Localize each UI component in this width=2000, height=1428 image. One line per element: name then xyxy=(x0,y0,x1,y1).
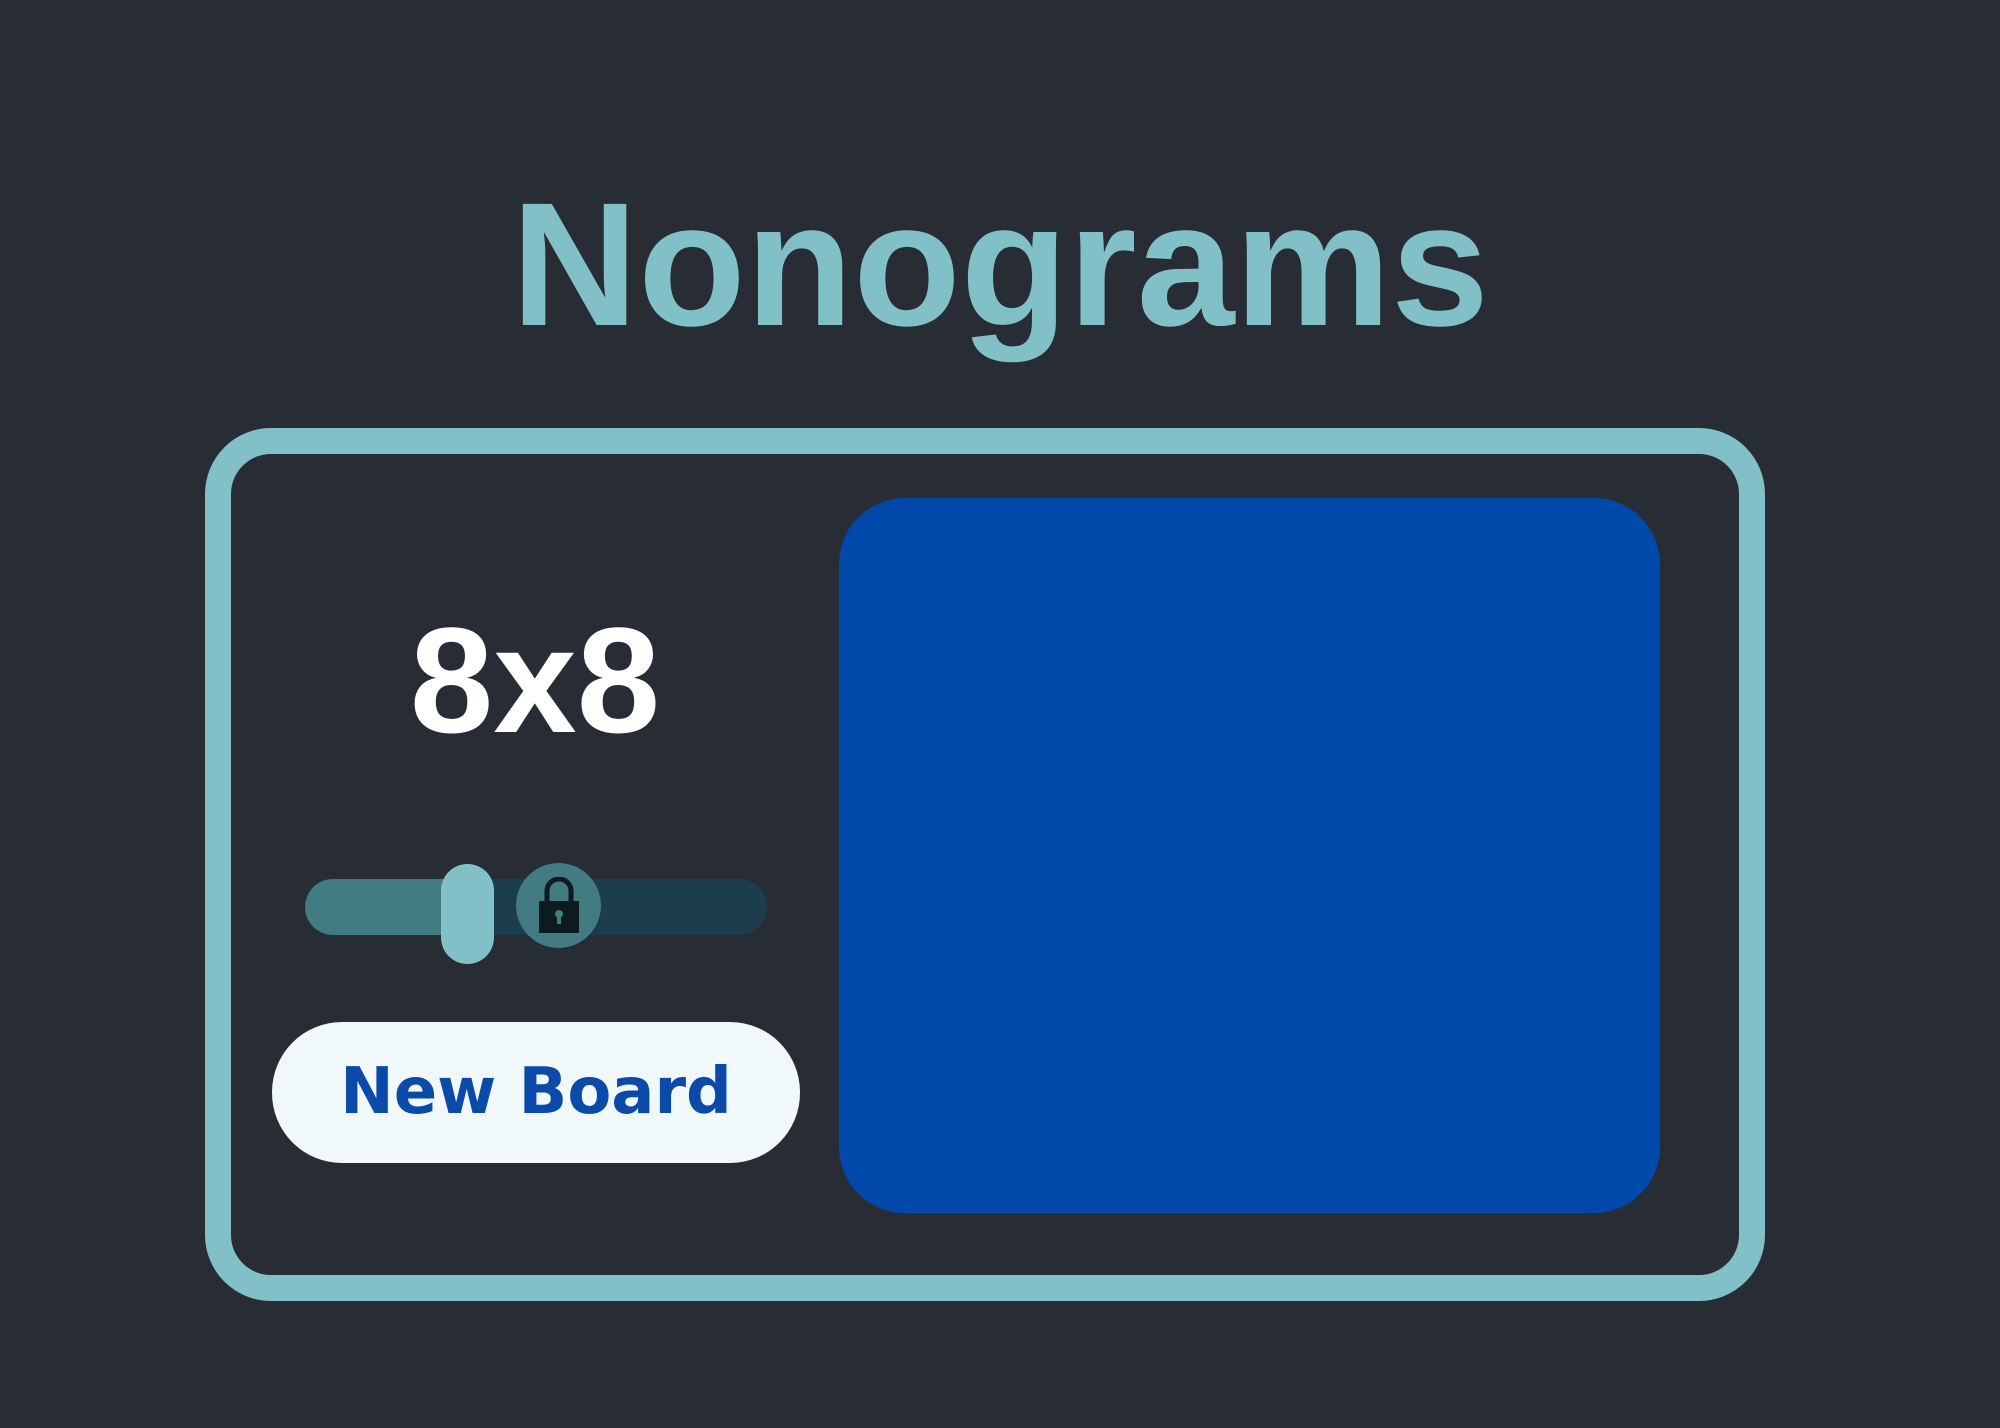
board-size-label: 8x8 xyxy=(409,596,661,764)
lock-toggle[interactable] xyxy=(516,863,601,948)
game-board[interactable] xyxy=(839,498,1660,1213)
new-board-button[interactable]: New Board xyxy=(272,1022,800,1163)
lock-icon xyxy=(539,877,579,933)
page-title: Nonograms xyxy=(511,167,1489,363)
slider-thumb[interactable] xyxy=(441,864,494,964)
